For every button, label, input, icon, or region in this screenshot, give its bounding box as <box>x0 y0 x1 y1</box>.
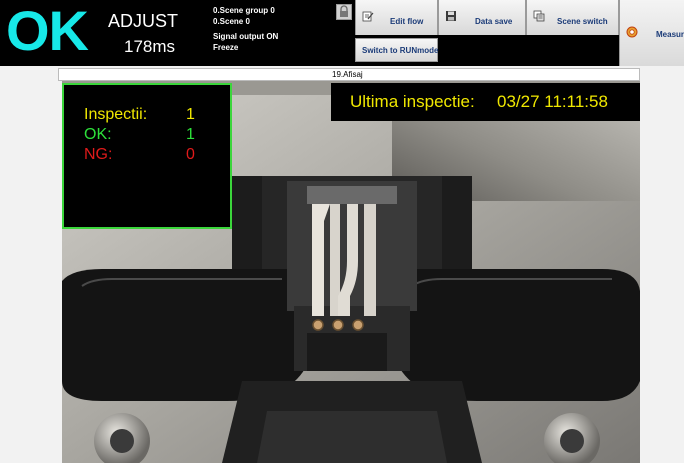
switch-to-runmode-button[interactable]: Switch to RUNmode <box>355 38 438 62</box>
last-inspection-time: 03/27 11:11:58 <box>497 92 608 111</box>
judgement-ok-label: OK <box>6 0 89 62</box>
edit-flow-icon <box>362 11 374 22</box>
ng-count-label: NG: <box>84 146 113 163</box>
processing-time: 178ms <box>124 37 176 56</box>
scene-label: 0.Scene 0 <box>213 17 250 26</box>
ok-count-value: 1 <box>186 126 195 143</box>
inspections-value: 1 <box>186 106 195 123</box>
edit-flow-button[interactable]: Edit flow <box>355 0 438 35</box>
image-panel-title: 19.Afisaj <box>332 70 363 79</box>
inspection-stats-panel: Inspectii: 1 OK: 1 NG: 0 <box>62 83 232 229</box>
scene-switch-icon <box>533 10 545 22</box>
mode-label: ADJUST <box>108 11 179 31</box>
signal-output-label: Signal output ON <box>213 32 279 41</box>
ng-count-value: 0 <box>186 146 195 163</box>
scene-switch-button[interactable]: Scene switch <box>526 0 619 35</box>
edit-flow-label: Edit flow <box>390 17 424 26</box>
scene-switch-label: Scene switch <box>557 17 608 26</box>
status-header: OK ADJUST 178ms 0.Scene group 0 0.Scene … <box>0 0 684 66</box>
freeze-label: Freeze <box>213 43 239 52</box>
data-save-label: Data save <box>475 17 513 26</box>
data-save-icon <box>446 11 456 21</box>
image-panel-titlebar: 19.Afisaj <box>58 68 640 81</box>
ok-count-label: OK: <box>84 126 112 143</box>
lock-icon[interactable] <box>336 4 352 20</box>
scene-group-label: 0.Scene group 0 <box>213 6 275 15</box>
last-inspection-label: Ultima inspectie: <box>350 92 475 111</box>
switch-to-runmode-label: Switch to RUNmode <box>362 46 439 55</box>
last-inspection-panel: Ultima inspectie: 03/27 11:11:58 <box>331 83 640 121</box>
inspections-label: Inspectii: <box>84 106 148 123</box>
measure-button[interactable]: Measure <box>619 0 684 66</box>
measure-label: Measure <box>656 30 684 39</box>
data-save-button[interactable]: Data save <box>438 0 526 35</box>
measure-icon <box>626 26 638 38</box>
